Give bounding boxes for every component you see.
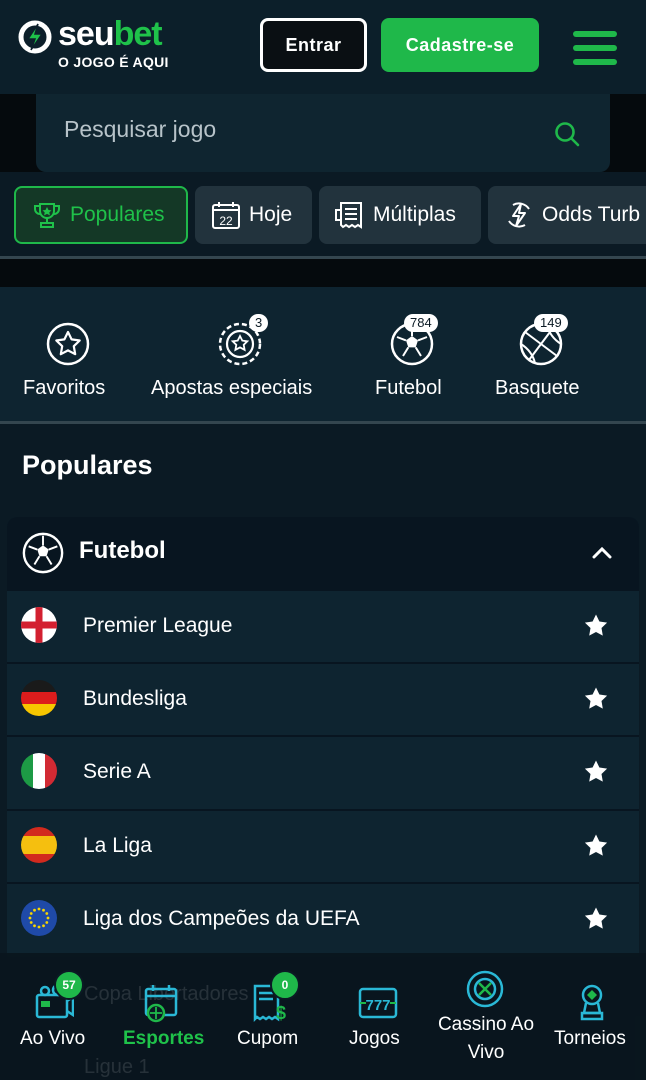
nav-cassino-ao-vivo[interactable]: Cassino Ao Vivo	[432, 953, 540, 1080]
nav-label: Cupom	[237, 1028, 299, 1049]
league-row[interactable]: Premier League	[7, 589, 639, 661]
bottom-navigation: Copa Libertadores Ligue 1 57 Ao Vivo Esp…	[0, 953, 646, 1080]
logo-tagline: O JOGO É AQUI	[58, 54, 169, 70]
tournament-trophy-icon	[580, 984, 604, 1021]
quick-tabs-bar: Populares 22 Hoje Múltiplas Odds Turb	[0, 172, 646, 258]
league-label: Liga dos Campeões da UEFA	[83, 907, 360, 930]
signup-button[interactable]: Cadastre-se	[381, 18, 539, 72]
category-label: Futebol	[375, 377, 442, 399]
count-badge: 149	[534, 314, 568, 332]
star-icon[interactable]	[583, 833, 609, 859]
roulette-icon	[466, 970, 504, 1008]
search-icon[interactable]	[554, 121, 580, 147]
category-label: Apostas especiais	[151, 377, 313, 399]
tab-label: Odds Turb	[542, 203, 641, 226]
category-label: Basquete	[495, 377, 580, 399]
england-flag-icon	[21, 607, 57, 643]
logo-mark-icon	[18, 20, 52, 54]
nav-esportes[interactable]: Esportes	[108, 953, 216, 1080]
login-button[interactable]: Entrar	[260, 18, 367, 72]
league-row[interactable]: Liga dos Campeões da UEFA	[7, 882, 639, 954]
league-row[interactable]: Bundesliga	[7, 662, 639, 734]
futebol-league-card: Futebol Premier League Bundesliga Serie …	[7, 517, 639, 957]
count-badge: 3	[249, 314, 269, 332]
trophy-icon	[34, 203, 60, 228]
nav-jogos[interactable]: 777 Jogos	[324, 953, 432, 1080]
star-icon[interactable]	[583, 613, 609, 639]
star-icon[interactable]	[583, 759, 609, 785]
search-input[interactable]: Pesquisar jogo	[64, 116, 216, 143]
league-row[interactable]: La Liga	[7, 809, 639, 881]
league-label: Bundesliga	[83, 687, 187, 710]
slots-777-icon: 777	[358, 987, 398, 1019]
nav-label: Esportes	[123, 1028, 205, 1049]
nav-ao-vivo[interactable]: 57 Ao Vivo	[0, 953, 108, 1080]
star-icon[interactable]	[583, 906, 609, 932]
coupon-count-badge: 0	[270, 970, 300, 1000]
spain-flag-icon	[21, 827, 57, 863]
tab-label: Múltiplas	[373, 203, 456, 226]
nav-label: Torneios	[554, 1028, 626, 1049]
league-label: La Liga	[83, 834, 152, 857]
star-circle-icon	[46, 322, 90, 366]
card-header-futebol[interactable]: Futebol	[7, 517, 639, 589]
league-label: Premier League	[83, 614, 233, 637]
logo-word-seu: seu	[58, 15, 115, 53]
sports-calendar-icon	[144, 985, 178, 1023]
tab-hoje[interactable]: 22 Hoje	[195, 186, 312, 244]
menu-hamburger-icon[interactable]	[573, 31, 617, 65]
svg-text:777: 777	[365, 997, 390, 1014]
tab-odds-turbo[interactable]: Odds Turb	[488, 186, 646, 244]
logo-word-bet: bet	[113, 15, 163, 53]
count-badge: 784	[404, 314, 438, 332]
sport-categories: Favoritos 3 Apostas especiais 784 Futebo…	[0, 287, 646, 421]
seubet-logo[interactable]: seubet O JOGO É AQUI	[18, 15, 208, 74]
live-count-badge: 57	[54, 970, 84, 1000]
league-label: Serie A	[83, 760, 151, 783]
italy-flag-icon	[21, 753, 57, 789]
top-header: seubet O JOGO É AQUI Entrar Cadastre-se	[0, 0, 646, 94]
tab-populares[interactable]: Populares	[14, 186, 188, 244]
svg-text:$: $	[276, 1003, 286, 1023]
nav-cupom[interactable]: $ 0 Cupom	[216, 953, 324, 1080]
tab-label: Populares	[70, 203, 165, 226]
eu-flag-icon	[21, 900, 57, 936]
logo-wordmark: seubet	[58, 14, 163, 54]
tab-label: Hoje	[249, 203, 293, 226]
card-title: Futebol	[79, 537, 166, 564]
chevron-up-icon[interactable]	[592, 545, 612, 559]
star-icon[interactable]	[583, 686, 609, 712]
nav-label: Cassino Ao Vivo	[437, 1014, 535, 1063]
nav-torneios[interactable]: Torneios	[540, 953, 646, 1080]
calendar-icon: 22	[212, 202, 240, 229]
nav-label: Ao Vivo	[20, 1028, 86, 1049]
soccer-ball-icon	[22, 532, 64, 574]
tab-multiplas[interactable]: Múltiplas	[319, 186, 481, 244]
league-row[interactable]: Serie A	[7, 735, 639, 807]
nav-label: Jogos	[349, 1028, 400, 1049]
ticket-icon	[335, 202, 362, 229]
search-bar[interactable]: Pesquisar jogo	[36, 94, 610, 172]
spacer-band	[0, 259, 646, 287]
category-label: Favoritos	[23, 377, 106, 399]
lightning-icon	[508, 202, 530, 228]
populares-section: Populares	[0, 424, 646, 510]
germany-flag-icon	[21, 680, 57, 716]
calendar-day: 22	[219, 214, 233, 228]
section-title: Populares	[22, 450, 153, 480]
